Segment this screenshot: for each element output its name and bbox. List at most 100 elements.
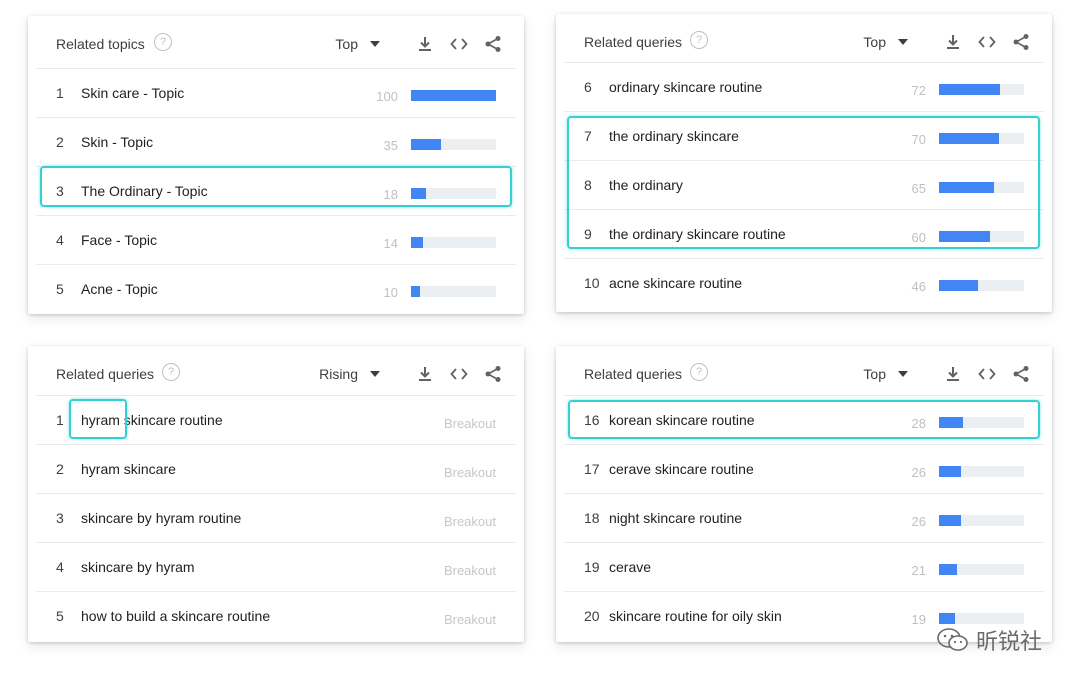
- list-item[interactable]: 7 the ordinary skincare 70: [564, 111, 1044, 160]
- card-title: Related queries: [584, 34, 683, 50]
- row-label[interactable]: skincare by hyram routine: [81, 510, 241, 526]
- share-icon[interactable]: [1012, 365, 1030, 383]
- list-item[interactable]: 18 night skincare routine 26: [564, 493, 1044, 542]
- card-toolbar: Top: [863, 364, 1030, 384]
- row-label[interactable]: Skin - Topic: [81, 134, 153, 150]
- watermark-text: 昕锐社: [975, 630, 1042, 655]
- chevron-down-icon[interactable]: [898, 39, 908, 45]
- bar-track: [939, 613, 1024, 624]
- list-item[interactable]: 16 korean skincare routine 28: [564, 395, 1044, 444]
- share-icon[interactable]: [1012, 33, 1030, 51]
- list-item[interactable]: 9 the ordinary skincare routine 60: [564, 209, 1044, 258]
- download-icon[interactable]: [944, 365, 962, 383]
- row-label[interactable]: skincare routine for oily skin: [609, 608, 782, 624]
- row-value: 100: [376, 89, 398, 104]
- share-icon[interactable]: [484, 35, 502, 53]
- embed-icon[interactable]: [978, 365, 996, 383]
- row-rank: 7: [584, 128, 592, 144]
- list-item[interactable]: 3 The Ordinary - Topic 18: [36, 166, 516, 215]
- wechat-icon: [936, 627, 970, 653]
- row-rank: 4: [56, 232, 64, 248]
- embed-icon[interactable]: [450, 365, 468, 383]
- row-label[interactable]: ordinary skincare routine: [609, 79, 762, 95]
- list-item[interactable]: 5 how to build a skincare routine Breako…: [36, 591, 516, 640]
- row-label[interactable]: cerave skincare routine: [609, 461, 754, 477]
- list-item[interactable]: 17 cerave skincare routine 26: [564, 444, 1044, 493]
- row-value: 10: [383, 285, 398, 300]
- chevron-down-icon[interactable]: [898, 371, 908, 377]
- card-toolbar: Top: [863, 32, 1030, 52]
- breakout-label: Breakout: [443, 416, 496, 431]
- list-item[interactable]: 1 hyram skincare routine Breakout: [36, 395, 516, 444]
- row-label[interactable]: cerave: [609, 559, 651, 575]
- row-label[interactable]: night skincare routine: [609, 510, 742, 526]
- row-rank: 9: [584, 226, 592, 242]
- list-item[interactable]: 10 acne skincare routine 46: [564, 258, 1044, 307]
- embed-icon[interactable]: [978, 33, 996, 51]
- chevron-down-icon[interactable]: [370, 371, 380, 377]
- list-item[interactable]: 5 Acne - Topic 10: [36, 264, 516, 313]
- row-label[interactable]: the ordinary skincare routine: [609, 226, 786, 242]
- help-icon[interactable]: ?: [154, 33, 172, 51]
- help-icon[interactable]: ?: [162, 363, 180, 381]
- row-value: 28: [911, 416, 926, 431]
- bar-track: [939, 182, 1024, 193]
- list-item[interactable]: 19 cerave 21: [564, 542, 1044, 591]
- related-queries-card-top-b: Related queries ? Top 16 korean skincare…: [556, 346, 1052, 642]
- row-rank: 4: [56, 559, 64, 575]
- list-item[interactable]: 2 hyram skincare Breakout: [36, 444, 516, 493]
- list-item[interactable]: 4 Face - Topic 14: [36, 215, 516, 264]
- list-item[interactable]: 1 Skin care - Topic 100: [36, 68, 516, 117]
- filter-dropdown-label[interactable]: Top: [863, 34, 886, 50]
- row-rank: 3: [56, 183, 64, 199]
- row-label[interactable]: the ordinary skincare: [609, 128, 739, 144]
- row-label[interactable]: The Ordinary - Topic: [81, 183, 208, 199]
- row-value: 18: [383, 187, 398, 202]
- list-item[interactable]: 4 skincare by hyram Breakout: [36, 542, 516, 591]
- filter-dropdown-label[interactable]: Top: [863, 366, 886, 382]
- card-title: Related topics: [56, 36, 145, 52]
- download-icon[interactable]: [944, 33, 962, 51]
- download-icon[interactable]: [416, 35, 434, 53]
- share-icon[interactable]: [484, 365, 502, 383]
- bar-fill: [411, 237, 423, 248]
- rows-list: 1 hyram skincare routine Breakout 2 hyra…: [36, 395, 516, 640]
- bar-fill: [939, 564, 957, 575]
- row-label[interactable]: skincare by hyram: [81, 559, 195, 575]
- row-label[interactable]: Skin care - Topic: [81, 85, 184, 101]
- card-toolbar: Rising: [319, 364, 502, 384]
- list-item[interactable]: 2 Skin - Topic 35: [36, 117, 516, 166]
- help-icon[interactable]: ?: [690, 363, 708, 381]
- row-value: 21: [911, 563, 926, 578]
- row-label[interactable]: the ordinary: [609, 177, 683, 193]
- download-icon[interactable]: [416, 365, 434, 383]
- list-item[interactable]: 8 the ordinary 65: [564, 160, 1044, 209]
- row-label[interactable]: hyram skincare routine: [81, 412, 223, 428]
- embed-icon[interactable]: [450, 35, 468, 53]
- filter-dropdown-label[interactable]: Rising: [319, 366, 358, 382]
- chevron-down-icon[interactable]: [370, 41, 380, 47]
- bar-fill: [939, 417, 963, 428]
- help-icon[interactable]: ?: [690, 31, 708, 49]
- bar-track: [411, 90, 496, 101]
- row-label[interactable]: Face - Topic: [81, 232, 157, 248]
- list-item[interactable]: 3 skincare by hyram routine Breakout: [36, 493, 516, 542]
- row-rank: 2: [56, 461, 64, 477]
- card-header: Related topics ? Top: [28, 16, 524, 68]
- row-value: 65: [911, 181, 926, 196]
- row-rank: 1: [56, 412, 64, 428]
- row-label[interactable]: how to build a skincare routine: [81, 608, 270, 624]
- list-item[interactable]: 6 ordinary skincare routine 72: [564, 62, 1044, 111]
- row-label[interactable]: hyram skincare: [81, 461, 176, 477]
- filter-dropdown-label[interactable]: Top: [335, 36, 358, 52]
- bar-fill: [411, 90, 496, 101]
- row-value: 60: [911, 230, 926, 245]
- row-label[interactable]: korean skincare routine: [609, 412, 755, 428]
- breakout-label: Breakout: [443, 514, 496, 529]
- bar-track: [411, 237, 496, 248]
- card-title: Related queries: [56, 366, 155, 382]
- row-rank: 6: [584, 79, 592, 95]
- row-label[interactable]: acne skincare routine: [609, 275, 742, 291]
- row-label[interactable]: Acne - Topic: [81, 281, 158, 297]
- bar-fill: [939, 231, 990, 242]
